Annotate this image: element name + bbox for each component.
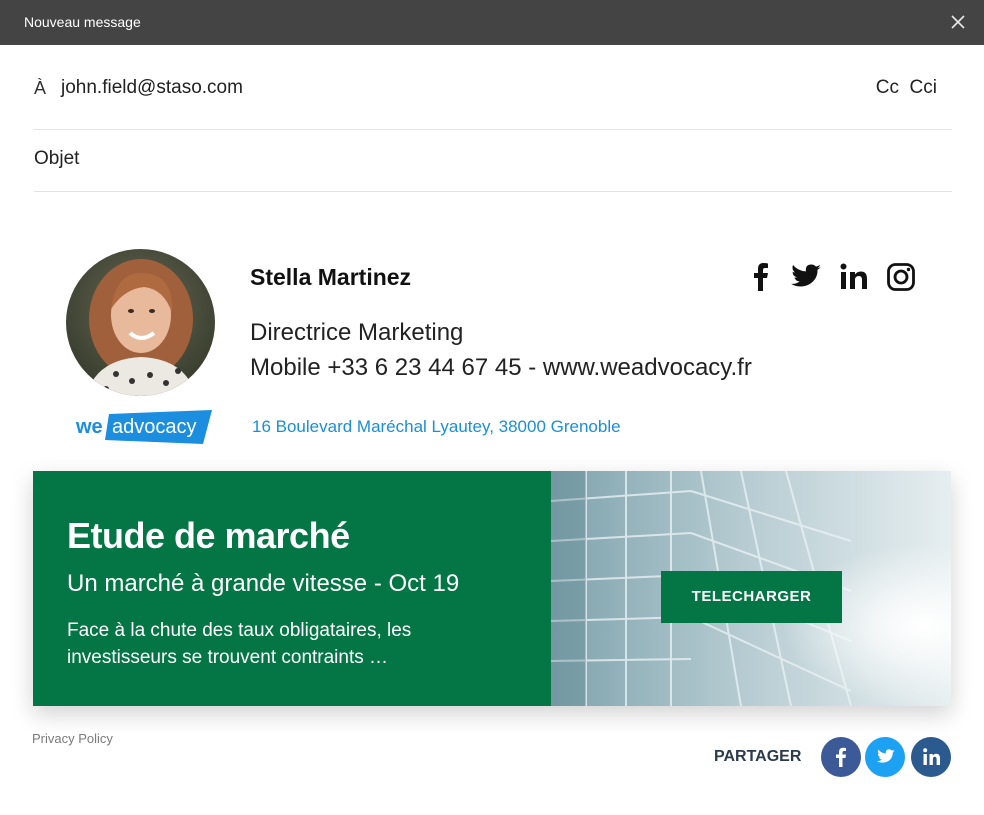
privacy-policy-link[interactable]: Privacy Policy [32,731,113,746]
share-twitter-button[interactable] [865,737,905,777]
facebook-icon[interactable] [746,262,776,292]
linkedin-icon [923,748,940,765]
signature-title: Directrice Marketing [250,319,464,346]
facebook-icon [836,747,846,767]
signature-contact: Mobile +33 6 23 44 67 45 - www.weadvocac… [250,354,752,381]
download-button[interactable]: TELECHARGER [661,571,842,623]
banner-title: Etude de marché [67,515,350,556]
to-field-row: À john.field@staso.com Cc Cci [34,70,952,130]
weadvocacy-logo: we advocacy [75,410,215,444]
banner-text-panel: Etude de marché Un marché à grande vites… [33,471,551,706]
close-icon[interactable] [950,14,966,30]
avatar [66,249,215,396]
to-input[interactable]: john.field@staso.com [61,77,243,99]
signature-name: Stella Martinez [250,264,412,290]
logo-text-we: we [75,416,103,438]
banner-building-image: TELECHARGER [551,471,951,706]
promo-banner: Etude de marché Un marché à grande vites… [33,471,951,706]
linkedin-icon[interactable] [839,262,869,292]
banner-description: Face à la chute des taux obligataires, l… [67,620,412,668]
twitter-icon[interactable] [790,262,822,292]
subject-field-row[interactable]: Objet [34,130,952,192]
window-titlebar: Nouveau message [0,0,984,45]
twitter-icon [876,749,895,763]
window-title: Nouveau message [24,14,141,30]
share-linkedin-button[interactable] [911,737,951,777]
to-label: À [34,78,47,98]
share-facebook-button[interactable] [821,737,861,777]
signature-address-link[interactable]: 16 Boulevard Maréchal Lyautey, 38000 Gre… [252,417,621,437]
banner-subtitle: Un marché à grande vitesse - Oct 19 [67,570,460,597]
cci-button[interactable]: Cci [910,77,937,99]
logo-text-advocacy: advocacy [112,416,197,438]
instagram-icon[interactable] [886,262,916,292]
cc-button[interactable]: Cc [876,77,899,99]
share-label: PARTAGER [714,748,802,765]
subject-input[interactable]: Objet [34,148,79,170]
